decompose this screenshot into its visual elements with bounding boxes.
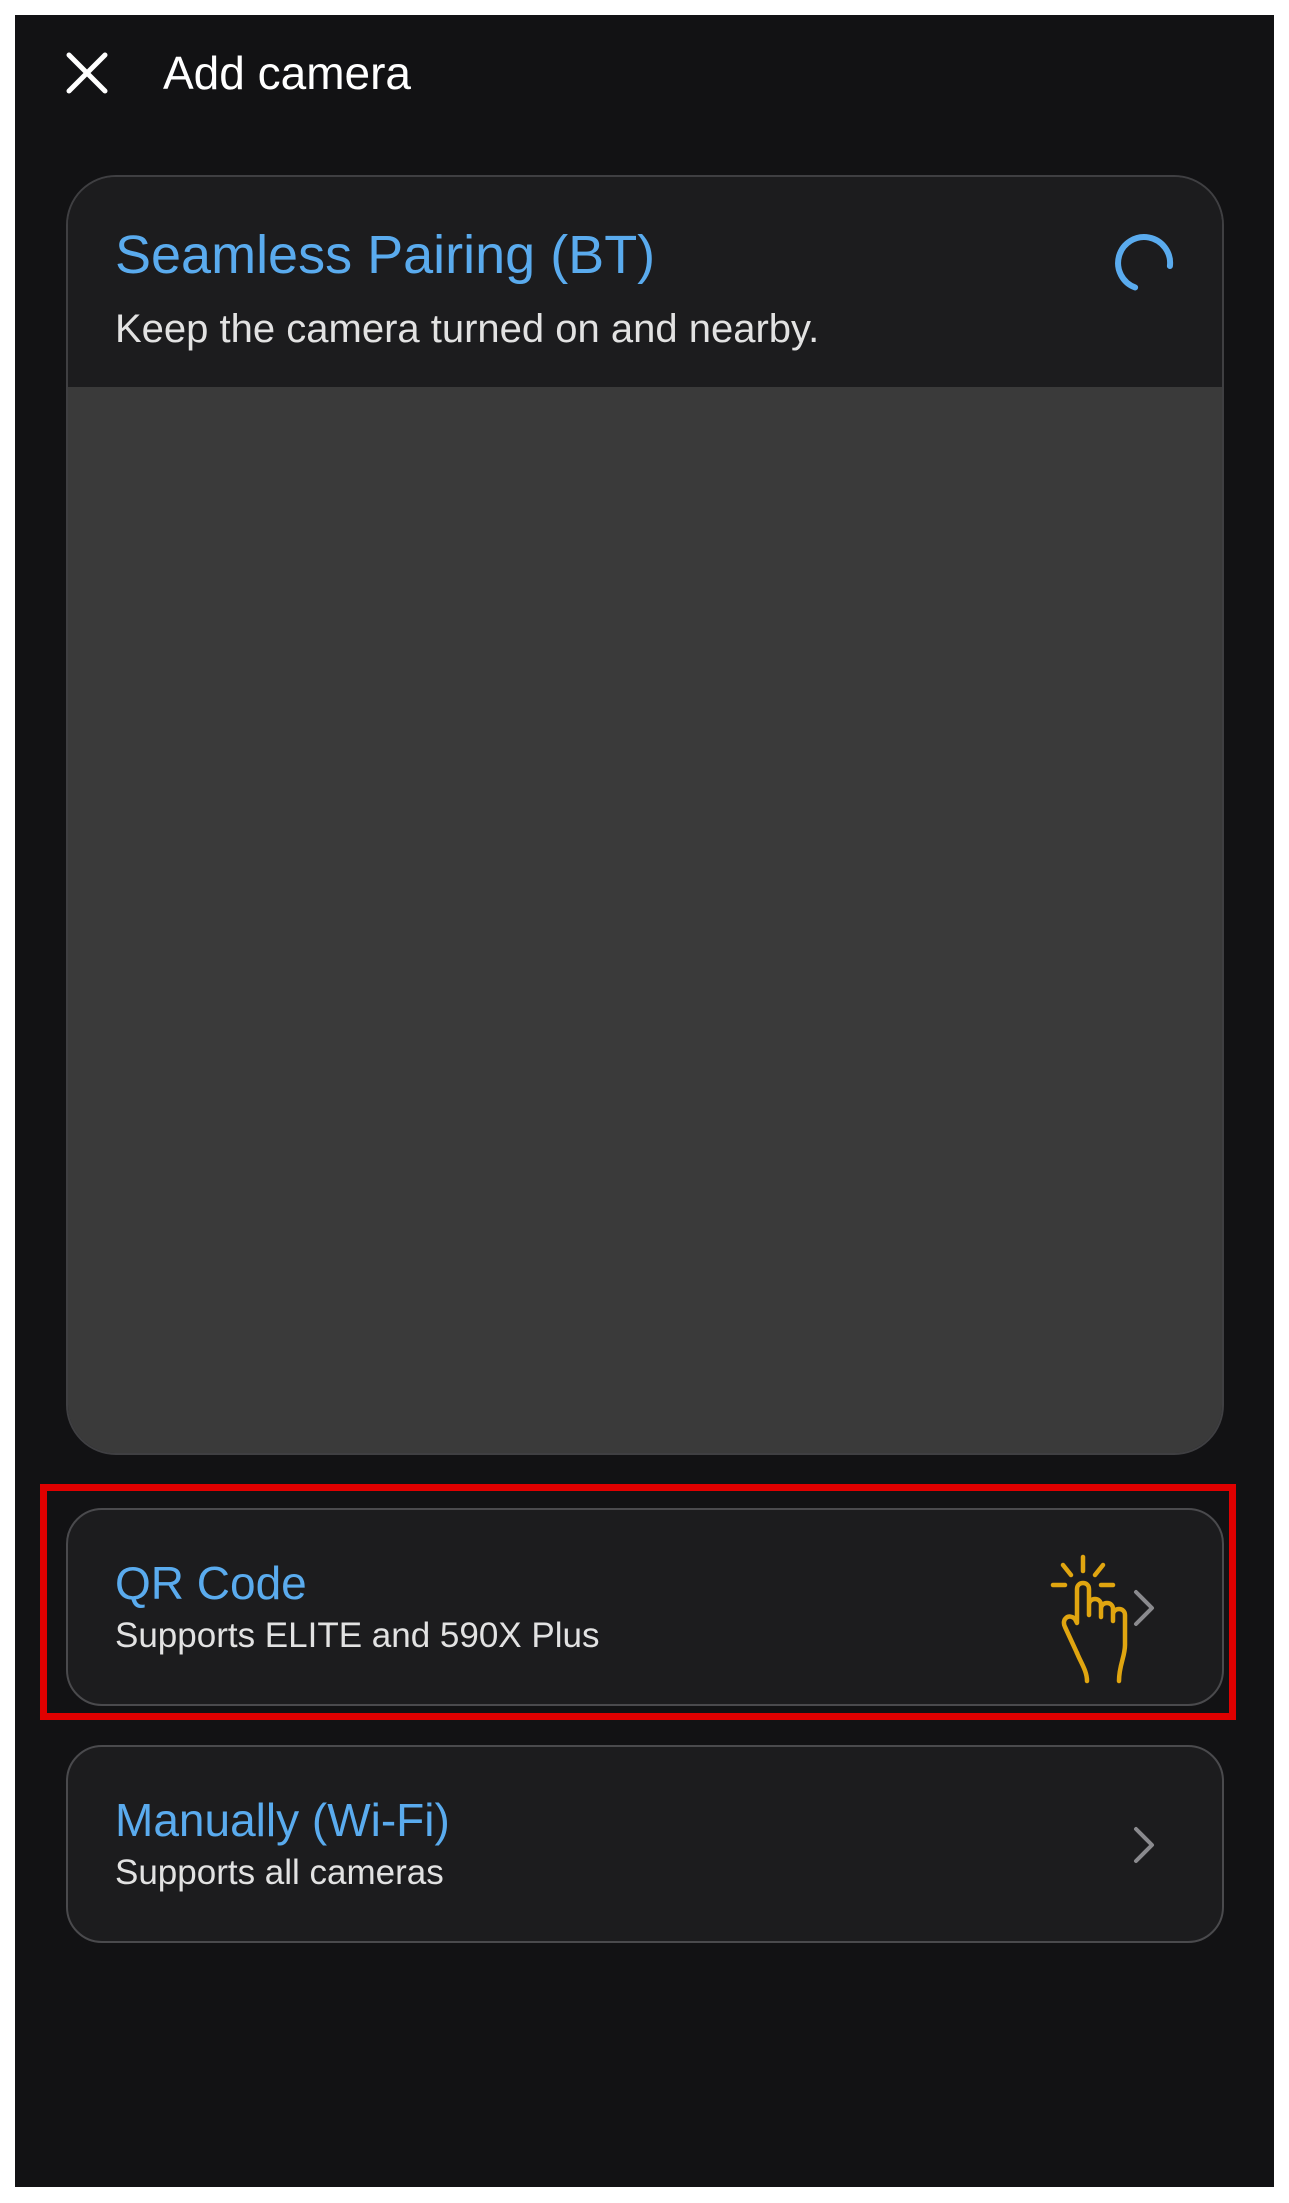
add-camera-screen: Add camera Seamless Pairing (BT) Keep th…: [15, 15, 1274, 2187]
page-title: Add camera: [163, 47, 412, 99]
chevron-right-icon: [1130, 1823, 1158, 1867]
manual-wifi-option[interactable]: Manually (Wi-Fi) Supports all cameras: [66, 1745, 1224, 1943]
seamless-pairing-card[interactable]: Seamless Pairing (BT) Keep the camera tu…: [66, 175, 1224, 1455]
seamless-pairing-title: Seamless Pairing (BT): [115, 225, 656, 285]
pairing-scan-area: [68, 387, 1222, 1453]
qr-code-option[interactable]: QR Code Supports ELITE and 590X Plus: [66, 1508, 1224, 1706]
qr-code-title: QR Code: [115, 1557, 307, 1609]
seamless-pairing-header: Seamless Pairing (BT) Keep the camera tu…: [68, 177, 1222, 387]
qr-code-subtitle: Supports ELITE and 590X Plus: [115, 1616, 600, 1655]
close-button[interactable]: [55, 41, 119, 105]
manual-wifi-subtitle: Supports all cameras: [115, 1853, 444, 1892]
app-header: Add camera: [15, 15, 1274, 135]
manual-wifi-title: Manually (Wi-Fi): [115, 1794, 450, 1846]
loading-spinner-icon: [1110, 229, 1178, 297]
close-icon: [66, 52, 108, 94]
seamless-pairing-subtitle: Keep the camera turned on and nearby.: [115, 307, 820, 351]
chevron-right-icon: [1130, 1586, 1158, 1630]
